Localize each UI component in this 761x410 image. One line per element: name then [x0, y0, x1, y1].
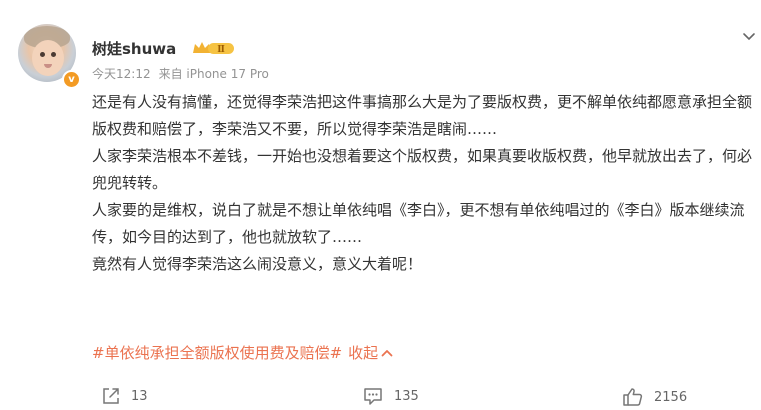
- like-count: 2156: [654, 389, 688, 405]
- hashtag-row: #单依纯承担全额版权使用费及赔偿# 收起: [92, 342, 393, 363]
- comment-bubble-icon: [364, 388, 382, 405]
- collapse-button[interactable]: 收起: [348, 342, 393, 363]
- share-arrow-icon: [103, 388, 119, 404]
- thumbs-up-icon: [623, 388, 643, 406]
- action-bar: 13 135 2156: [0, 386, 761, 410]
- level-crown-icon: Ⅱ: [193, 42, 234, 55]
- comment-button[interactable]: 135: [362, 386, 419, 406]
- avatar-eye-left: [40, 52, 45, 57]
- chevron-down-icon[interactable]: [742, 30, 756, 44]
- hashtag-link[interactable]: #单依纯承担全额版权使用费及赔偿#: [92, 342, 342, 363]
- comment-count: 135: [394, 388, 419, 404]
- post-meta: 今天12:12 来自 iPhone 17 Pro: [92, 65, 269, 82]
- avatar-face: [32, 40, 64, 76]
- content-paragraph-3: 人家要的是维权，说白了就是不想让单依纯唱《李白》，更不想有单依纯唱过的《李白》版…: [92, 201, 745, 246]
- repost-button[interactable]: 13: [101, 386, 148, 406]
- content-paragraph-4: 竟然有人觉得李荣浩这么闹没意义，意义大着呢！: [92, 255, 423, 273]
- avatar-eye-right: [51, 52, 56, 57]
- post-content: 还是有人没有搞懂，还觉得李荣浩把这件事搞那么大是为了要版权费，更不解单依纯都愿意…: [92, 89, 757, 278]
- post-source: 来自 iPhone 17 Pro: [158, 67, 269, 81]
- username[interactable]: 树娃shuwa: [92, 38, 176, 59]
- collapse-label: 收起: [348, 344, 379, 362]
- post-time[interactable]: 今天12:12: [92, 65, 151, 82]
- verified-badge-icon: v: [62, 70, 81, 89]
- content-paragraph-2: 人家李荣浩根本不差钱，一开始也没想着要这个版权费，如果真要收版权费，他早就放出去…: [92, 147, 753, 192]
- content-paragraph-1: 还是有人没有搞懂，还觉得李荣浩把这件事搞那么大是为了要版权费，更不解单依纯都愿意…: [92, 93, 753, 138]
- level-badge-text: Ⅱ: [217, 45, 225, 55]
- repost-count: 13: [131, 388, 148, 404]
- like-button[interactable]: 2156: [622, 386, 687, 408]
- chevron-up-icon: [381, 349, 393, 356]
